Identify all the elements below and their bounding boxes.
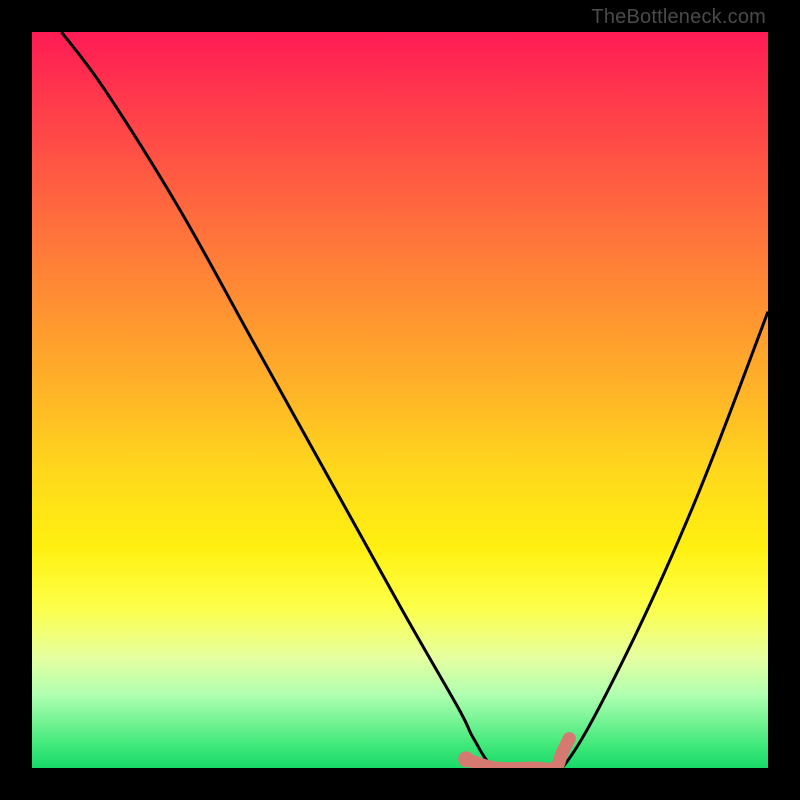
chart-svg (32, 32, 768, 768)
chart-container: TheBottleneck.com (0, 0, 800, 800)
attribution-text: TheBottleneck.com (591, 6, 766, 29)
optimal-point-marker (458, 751, 474, 767)
bottleneck-curve-path (61, 32, 768, 768)
plot-area (32, 32, 768, 768)
